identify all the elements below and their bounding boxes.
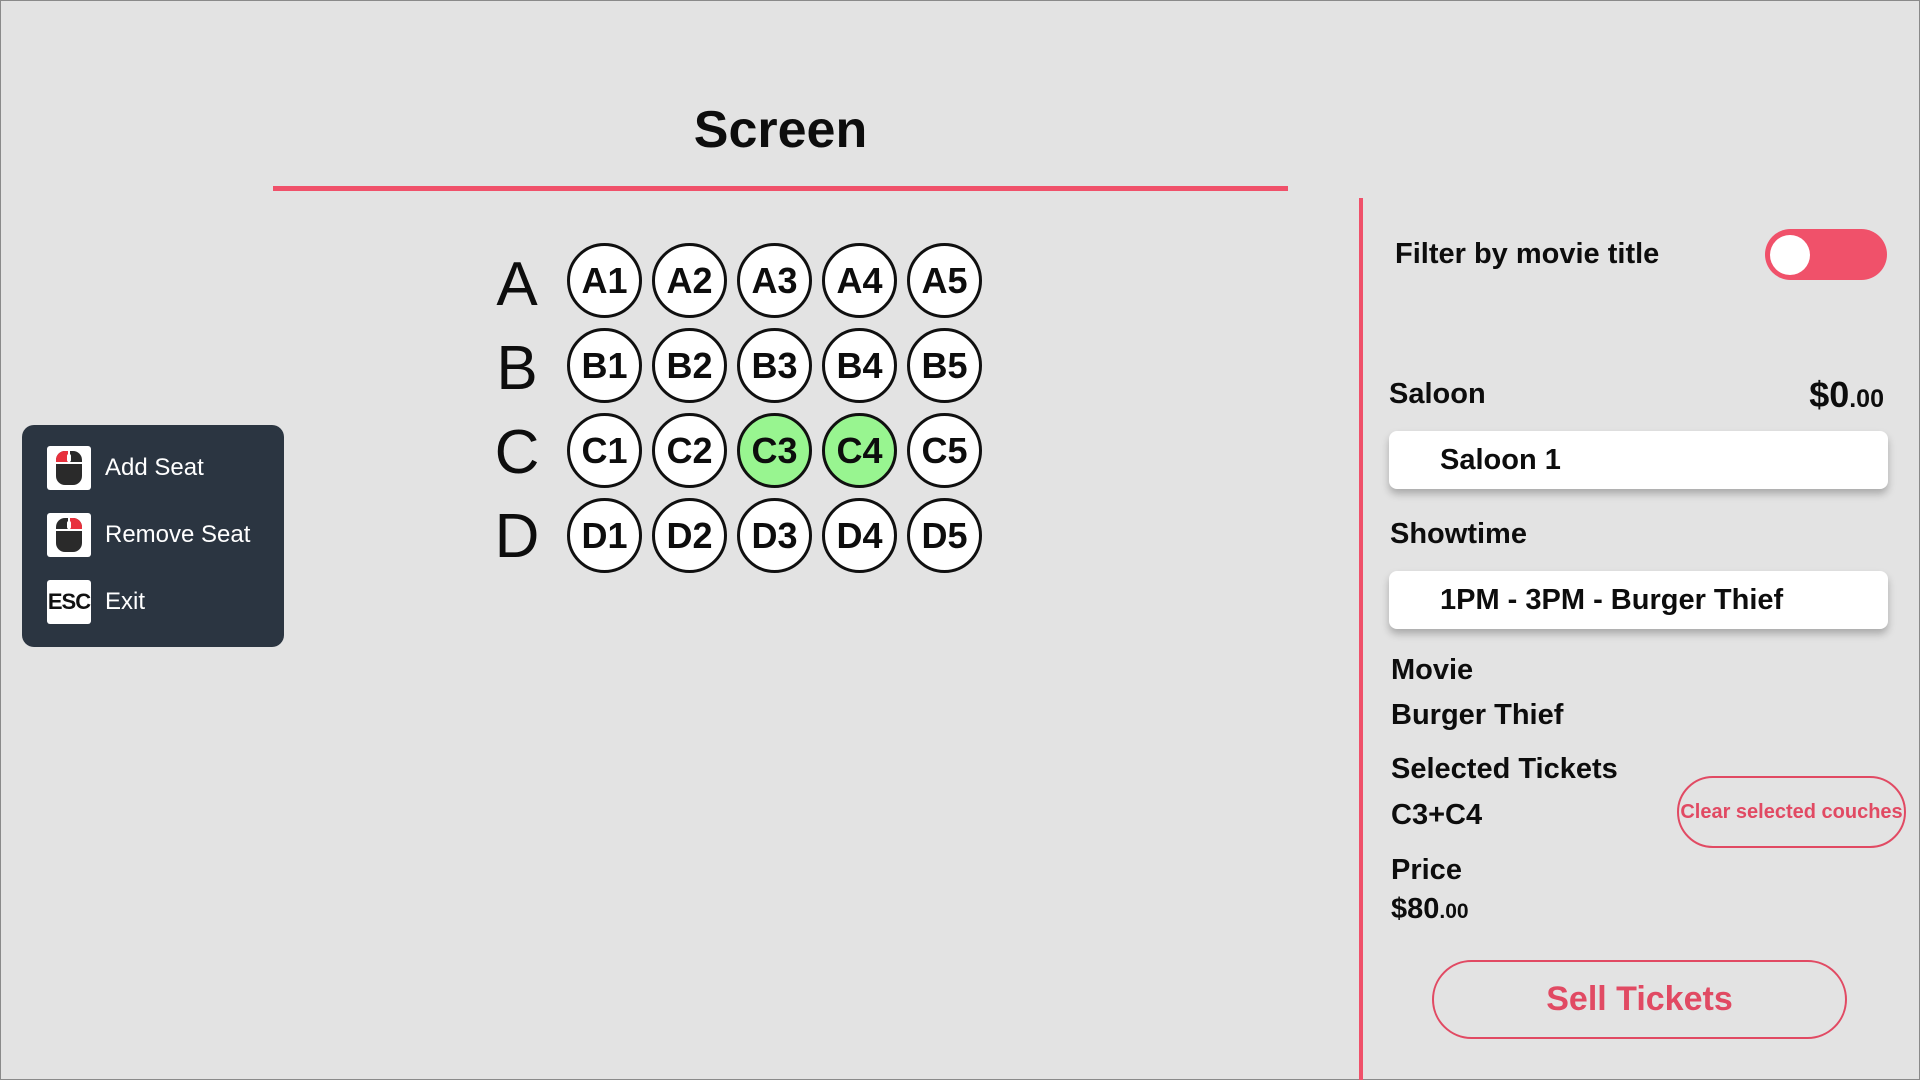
filter-toggle[interactable] [1765,229,1887,280]
seat-a2[interactable]: A2 [652,243,727,318]
saloon-price: $0.00 [1809,374,1884,416]
saloon-select[interactable]: Saloon 1 [1389,431,1888,489]
selected-tickets-value: C3+C4 [1391,799,1483,831]
seat-c4[interactable]: C4 [822,413,897,488]
shortcut-exit: ESC Exit [47,580,145,624]
saloon-label: Saloon [1389,378,1486,410]
screen-title: Screen [693,101,868,159]
seat-c3[interactable]: C3 [737,413,812,488]
panel-divider [1359,198,1363,1080]
toggle-knob [1770,235,1810,275]
row-label-b: B [496,334,538,403]
filter-label: Filter by movie title [1395,238,1660,270]
esc-key-icon: ESC [47,580,91,624]
seat-d5[interactable]: D5 [907,498,982,573]
shortcut-add-seat: Add Seat [47,446,204,490]
seat-d4[interactable]: D4 [822,498,897,573]
seat-b4[interactable]: B4 [822,328,897,403]
showtime-select-value: 1PM - 3PM - Burger Thief [1440,583,1784,616]
clear-selected-button[interactable]: Clear selected couches [1677,776,1906,848]
movie-label: Movie [1391,654,1474,686]
seat-d2[interactable]: D2 [652,498,727,573]
seat-b1[interactable]: B1 [567,328,642,403]
seat-b2[interactable]: B2 [652,328,727,403]
seat-a3[interactable]: A3 [737,243,812,318]
mouse-left-click-icon [47,446,91,490]
shortcut-label: Remove Seat [105,521,251,548]
saloon-price-cents: .00 [1849,385,1884,413]
seat-c2[interactable]: C2 [652,413,727,488]
shortcut-label: Add Seat [105,454,204,481]
showtime-label: Showtime [1390,518,1527,550]
seat-a1[interactable]: A1 [567,243,642,318]
movie-value: Burger Thief [1391,699,1564,731]
row-label-c: C [494,418,540,487]
mouse-right-click-icon [47,513,91,557]
showtime-select[interactable]: 1PM - 3PM - Burger Thief [1389,571,1888,629]
shortcut-remove-seat: Remove Seat [47,513,250,557]
shortcut-panel: Add Seat Remove Seat ESC Exit [22,425,284,647]
seat-b3[interactable]: B3 [737,328,812,403]
seat-c5[interactable]: C5 [907,413,982,488]
seat-d1[interactable]: D1 [567,498,642,573]
shortcut-label: Exit [105,588,146,615]
seat-c1[interactable]: C1 [567,413,642,488]
price-amount: $80 [1391,893,1440,925]
seat-a5[interactable]: A5 [907,243,982,318]
price-cents: .00 [1439,900,1469,923]
seat-a4[interactable]: A4 [822,243,897,318]
saloon-select-value: Saloon 1 [1440,443,1561,476]
sell-tickets-button[interactable]: Sell Tickets [1432,960,1847,1039]
selected-tickets-label: Selected Tickets [1391,753,1618,785]
seat-b5[interactable]: B5 [907,328,982,403]
saloon-price-amount: $0 [1809,374,1850,415]
price-label: Price [1391,854,1462,886]
price-value: $80.00 [1391,893,1469,926]
row-label-d: D [494,502,540,571]
seat-d3[interactable]: D3 [737,498,812,573]
screen-line [273,186,1288,191]
row-label-a: A [496,250,538,319]
